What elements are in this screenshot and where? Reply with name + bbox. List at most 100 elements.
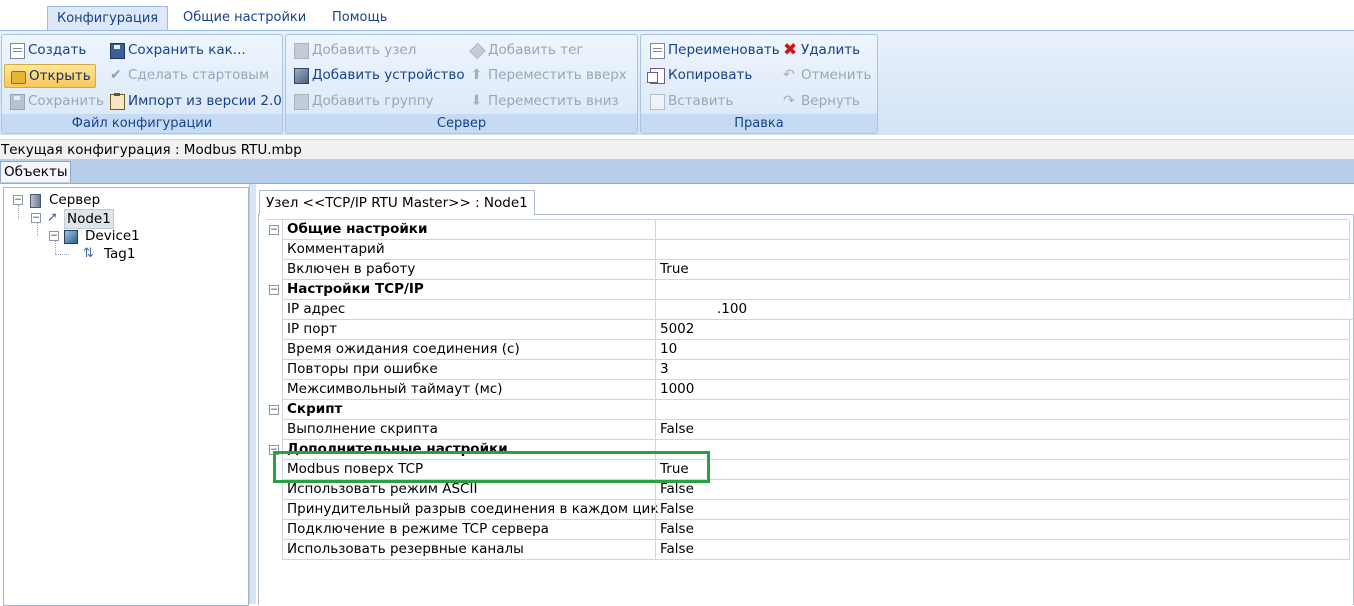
make-start-button[interactable]: ✔ Сделать стартовым: [104, 64, 273, 86]
property-value[interactable]: True: [655, 260, 1350, 280]
paste-icon: [650, 94, 665, 110]
tree-connector: [55, 254, 69, 255]
save-button[interactable]: Сохранить: [4, 90, 108, 112]
paste-button[interactable]: Вставить: [644, 90, 737, 112]
group-file-label: Файл конфигурации: [2, 114, 282, 133]
property-category[interactable]: − Скрипт: [266, 400, 1350, 420]
property-name: Выполнение скрипта: [282, 420, 659, 440]
undo-icon: ↶: [783, 67, 795, 83]
category-value: [655, 400, 1350, 420]
tab-configuration[interactable]: Конфигурация: [47, 6, 169, 30]
property-row[interactable]: Межсимвольный таймаут (мс) 1000: [266, 380, 1350, 400]
property-name: Время ожидания соединения (с): [282, 340, 659, 360]
property-row[interactable]: IP адрес .100: [266, 300, 1354, 320]
property-value[interactable]: False: [655, 420, 1350, 440]
property-row[interactable]: Повторы при ошибке 3: [266, 360, 1350, 380]
checkmark-icon: ✔: [110, 67, 122, 83]
add-device-button[interactable]: Добавить устройство: [288, 64, 469, 86]
property-value[interactable]: False: [655, 520, 1350, 540]
node-icon: ➚: [47, 210, 58, 225]
tab-objects[interactable]: Объекты: [0, 161, 72, 182]
row-gutter: [266, 300, 282, 320]
rename-icon: [650, 43, 665, 59]
collapse-icon[interactable]: −: [269, 405, 279, 415]
property-name: Использовать режим ASCII: [282, 480, 659, 500]
row-gutter: [266, 520, 282, 540]
property-value[interactable]: True: [655, 460, 1350, 480]
property-row[interactable]: Выполнение скрипта False: [266, 420, 1350, 440]
import-button[interactable]: Импорт из версии 2.0: [104, 90, 286, 112]
collapse-icon[interactable]: −: [31, 213, 41, 223]
add-group-button[interactable]: Добавить группу: [288, 90, 438, 112]
property-row[interactable]: Время ожидания соединения (с) 10: [266, 340, 1350, 360]
group-server: Добавить узел Добавить устройство Добави…: [285, 34, 638, 134]
tab-general-settings[interactable]: Общие настройки: [174, 6, 315, 30]
tree-connector: [18, 205, 19, 219]
tab-help[interactable]: Помощь: [323, 6, 396, 30]
property-row[interactable]: Включен в работу True: [266, 260, 1350, 280]
add-tag-button[interactable]: Добавить тег: [464, 39, 588, 61]
save-as-button[interactable]: Сохранить как...: [104, 39, 250, 61]
property-row[interactable]: Использовать режим ASCII False: [266, 480, 1350, 500]
property-row[interactable]: Modbus поверх TCP True: [266, 460, 1350, 480]
property-value[interactable]: 1000: [655, 380, 1350, 400]
arrow-down-icon: ⬇: [470, 93, 483, 109]
collapse-icon[interactable]: −: [269, 285, 279, 295]
copy-button[interactable]: Копировать: [644, 64, 756, 86]
property-value[interactable]: False: [655, 500, 1350, 520]
property-row[interactable]: Принудительный разрыв соединения в каждо…: [266, 500, 1350, 520]
property-value[interactable]: 10: [655, 340, 1350, 360]
copy-icon: [647, 68, 665, 84]
property-row[interactable]: Подключение в режиме TCP сервера False: [266, 520, 1350, 540]
group-file: Создать Открыть Сохранить Сохранить как.…: [1, 34, 283, 134]
category-value: [655, 220, 1350, 240]
add-node-button[interactable]: Добавить узел: [288, 39, 420, 61]
tab-node-properties[interactable]: Узел <<TCP/IP RTU Master>> : Node1: [259, 190, 535, 215]
collapse-icon[interactable]: −: [269, 445, 279, 455]
property-category[interactable]: − Общие настройки: [266, 220, 1350, 240]
row-gutter: −: [266, 220, 282, 240]
property-value[interactable]: .100: [655, 300, 1354, 320]
property-value[interactable]: False: [655, 480, 1350, 500]
row-gutter: [266, 460, 282, 480]
arrow-up-icon: ⬆: [470, 67, 483, 83]
row-gutter: −: [266, 440, 282, 460]
property-name: Межсимвольный таймаут (мс): [282, 380, 659, 400]
property-row[interactable]: Использовать резервные каналы False: [266, 540, 1350, 560]
rename-button[interactable]: Переименовать: [644, 39, 784, 61]
property-category[interactable]: − Настройки TCP/IP: [266, 280, 1350, 300]
group-edit: Переименовать Копировать Вставить ✖ Удали…: [640, 34, 878, 134]
row-gutter: [266, 480, 282, 500]
node-icon: [294, 43, 309, 59]
move-down-button[interactable]: ⬇ Переместить вниз: [464, 90, 623, 112]
delete-button[interactable]: ✖ Удалить: [777, 39, 864, 61]
property-value[interactable]: False: [655, 540, 1350, 560]
pane-splitter[interactable]: [249, 184, 256, 604]
objects-tab-strip: Объекты: [0, 159, 1354, 184]
property-value[interactable]: [655, 240, 1350, 260]
clipboard-icon: [110, 93, 125, 110]
collapse-icon[interactable]: −: [269, 225, 279, 235]
new-document-icon: [10, 43, 25, 59]
property-value[interactable]: 3: [655, 360, 1350, 380]
open-button[interactable]: Открыть: [4, 64, 96, 88]
move-up-button[interactable]: ⬆ Переместить вверх: [464, 64, 631, 86]
save-as-disk-icon: [110, 43, 125, 59]
current-config-label: Текущая конфигурация : Modbus RTU.mbp: [0, 139, 1354, 159]
row-gutter: [266, 380, 282, 400]
collapse-icon[interactable]: −: [49, 231, 59, 241]
property-category[interactable]: − Дополнительные настройки: [266, 440, 1350, 460]
property-name: Включен в работу: [282, 260, 659, 280]
create-button[interactable]: Создать: [4, 39, 90, 61]
device-icon: [64, 230, 78, 244]
ribbon-tab-bar: Конфигурация Общие настройки Помощь: [0, 0, 1354, 30]
property-row[interactable]: IP порт 5002: [266, 320, 1350, 340]
undo-button[interactable]: ↶ Отменить: [777, 64, 875, 86]
category-label: Общие настройки: [282, 220, 659, 240]
property-row[interactable]: Комментарий: [266, 240, 1350, 260]
category-label: Скрипт: [282, 400, 659, 420]
redo-button[interactable]: ↷ Вернуть: [777, 90, 864, 112]
collapse-icon[interactable]: −: [13, 195, 23, 205]
property-value[interactable]: 5002: [655, 320, 1350, 340]
group-server-label: Сервер: [286, 114, 637, 133]
